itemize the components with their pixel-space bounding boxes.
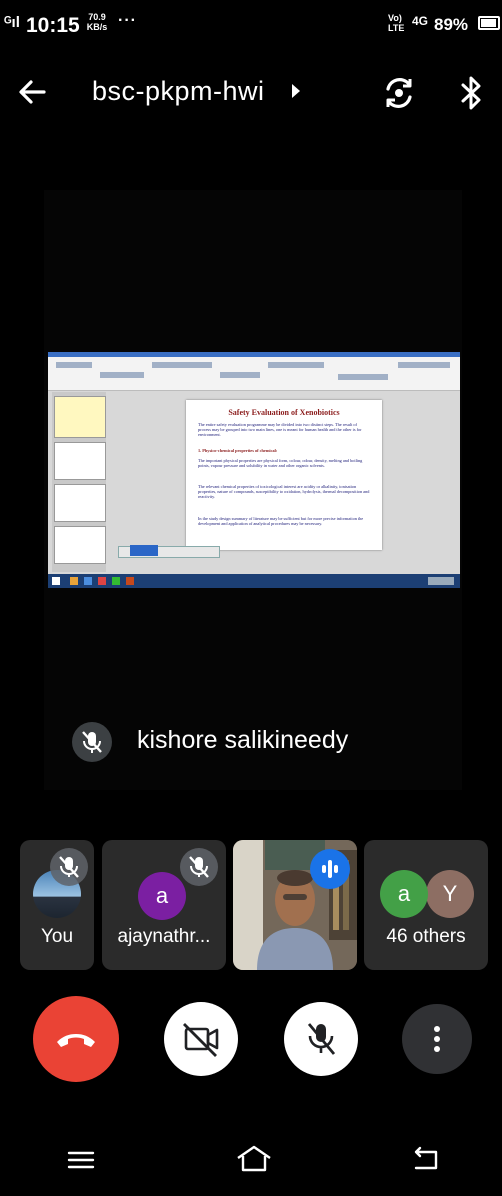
meeting-details-caret-icon[interactable] bbox=[292, 84, 300, 98]
app-ribbon bbox=[48, 352, 460, 391]
camera-toggle-button[interactable] bbox=[164, 1002, 238, 1076]
signal-icon: ᴳıl bbox=[4, 14, 20, 31]
slide-page: Safety Evaluation of Xenobiotics The ent… bbox=[186, 400, 382, 550]
avatar: Y bbox=[426, 870, 474, 918]
avatar: a bbox=[138, 872, 186, 920]
status-bar: ᴳıl 10:15 70.9 KB/s ··· Vo) LTE 4G 89% bbox=[0, 0, 502, 56]
network-indicator: Vo) LTE bbox=[388, 13, 405, 33]
phone-hangup-icon bbox=[57, 1034, 95, 1047]
avatar: a bbox=[380, 870, 428, 918]
presenter-name: kishore salikineedy bbox=[137, 726, 349, 754]
windows-taskbar bbox=[48, 574, 460, 588]
participant-label: ajaynathr... bbox=[117, 926, 211, 947]
mic-off-icon bbox=[50, 848, 88, 886]
bluetooth-audio-icon[interactable] bbox=[458, 74, 484, 112]
clock: 10:15 bbox=[26, 14, 80, 37]
camera-off-icon bbox=[183, 1023, 219, 1057]
app-dialog-button bbox=[130, 545, 158, 556]
end-call-button[interactable] bbox=[33, 996, 119, 1082]
microphone-toggle-button[interactable] bbox=[284, 1002, 358, 1076]
slide-bullet: The entire safety evaluation programme m… bbox=[198, 422, 362, 438]
switch-camera-icon[interactable] bbox=[381, 75, 417, 111]
back-nav-icon[interactable] bbox=[410, 1146, 442, 1174]
slide-bullet: The important physical properties are ph… bbox=[198, 458, 363, 469]
participant-tile-you[interactable]: You bbox=[20, 840, 94, 970]
participant-label: You bbox=[40, 926, 74, 947]
mic-off-icon bbox=[307, 1023, 336, 1055]
back-arrow-icon[interactable] bbox=[16, 76, 48, 108]
system-navigation-bar bbox=[0, 1120, 502, 1196]
participant-tile[interactable]: a ajaynathr... bbox=[102, 840, 226, 970]
battery-level: 89% bbox=[434, 15, 469, 34]
recents-menu-icon[interactable] bbox=[66, 1148, 96, 1172]
slide-title: Safety Evaluation of Xenobiotics bbox=[228, 408, 340, 417]
network-speed: 70.9 KB/s bbox=[86, 12, 108, 32]
notification-overflow-icon: ··· bbox=[118, 12, 137, 29]
battery-icon bbox=[478, 16, 500, 30]
home-icon[interactable] bbox=[234, 1144, 274, 1174]
slide-thumbnails bbox=[52, 392, 106, 572]
slide-bullet: In the study design summary of literatur… bbox=[198, 516, 364, 527]
shared-screen: Safety Evaluation of Xenobiotics The ent… bbox=[48, 352, 460, 588]
mic-off-icon bbox=[180, 848, 218, 886]
others-tile[interactable]: Y a 46 others bbox=[364, 840, 488, 970]
network-type: 4G bbox=[412, 14, 429, 28]
presenter-mic-off-icon bbox=[72, 722, 112, 762]
more-vertical-icon bbox=[434, 1026, 440, 1052]
others-count-label: 46 others bbox=[386, 926, 466, 947]
meeting-code[interactable]: bsc-pkpm-hwi bbox=[92, 76, 265, 107]
slide-heading: 1. Physico-chemical properties of chemic… bbox=[198, 448, 278, 453]
slide-bullet: The relevant chemical properties of toxi… bbox=[198, 484, 370, 500]
speaking-indicator-icon bbox=[310, 849, 350, 889]
more-options-button[interactable] bbox=[402, 1004, 472, 1074]
